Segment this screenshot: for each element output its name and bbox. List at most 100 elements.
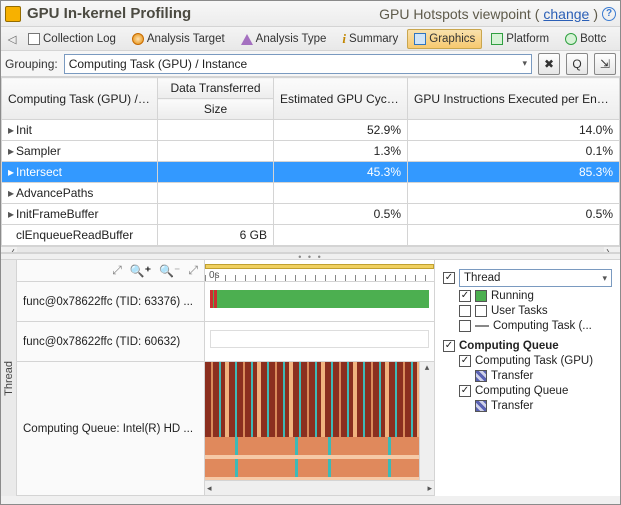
expand-caret-icon[interactable]: ▸ [8,186,16,200]
row-label-text: Computing Queue: Intel(R) HD ... [23,423,193,435]
cell-label: Sampler [16,144,61,158]
zoom-in-icon[interactable]: 🔍⁺ [130,264,151,278]
tab-analysis-type[interactable]: Analysis Type [234,29,334,49]
tab-label: Platform [506,33,549,45]
expand-caret-icon[interactable]: ▸ [8,165,16,179]
scroll-right-icon[interactable]: 〉 [604,246,620,253]
expand-caret-icon[interactable]: ▸ [8,144,16,158]
zoom-out-icon[interactable]: 🔍⁻ [159,264,180,278]
table-row[interactable]: clEnqueueReadBuffer 6 GB [2,225,620,246]
grouping-select[interactable]: Computing Task (GPU) / Instance ▾ [64,54,532,74]
graphics-icon [414,33,426,45]
tab-graphics[interactable]: Graphics [407,29,482,49]
timeline-row-canvas-gpu[interactable]: ▴▾ ◂▸ [205,362,434,496]
table-row[interactable]: ▸Sampler 1.3% 0.1% [2,141,620,162]
col-header-task[interactable]: Computing Task (GPU) / Instance [2,78,158,120]
zoom-reset-icon[interactable]: ⤢ [188,263,198,278]
cell-label: Intersect [16,165,62,179]
cell-size [158,141,274,162]
legend-filter-value: Thread [464,272,500,284]
tab-analysis-target[interactable]: Analysis Target [125,29,232,49]
tab-label: Graphics [429,33,475,45]
legend-item-label: Computing Queue [475,385,568,397]
running-bar [210,290,430,308]
table-row[interactable]: ▸AdvancePaths [2,183,620,204]
type-icon [241,32,253,45]
legend-checkbox[interactable] [459,320,471,332]
timeline-row-label[interactable]: Computing Queue: Intel(R) HD ... [17,362,204,496]
table-row-selected[interactable]: ▸Intersect 45.3% 85.3% [2,162,620,183]
grouping-bar: Grouping: Computing Task (GPU) / Instanc… [1,51,620,77]
cell-cycles: 1.3% [274,141,408,162]
tab-collection-log[interactable]: Collection Log [21,29,123,49]
tab-summary[interactable]: iSummary [335,29,405,49]
cell-instr: 0.1% [408,141,620,162]
customize-layout-button[interactable]: ✖ [538,53,560,75]
legend-item-label: Computing Task (GPU) [475,355,593,367]
table-row[interactable]: ▸InitFrameBuffer 0.5% 0.5% [2,204,620,225]
timeline-h-scrollbar[interactable]: ◂▸ [205,480,434,495]
search-button[interactable]: Q [566,53,588,75]
page-title: GPU In-kernel Profiling [27,5,191,22]
timeline-row-canvas[interactable] [205,322,434,362]
target-icon [132,33,144,45]
callstack-view-button[interactable]: ⇲ [594,53,616,75]
tab-platform[interactable]: Platform [484,29,556,49]
legend-swatch-icon [475,305,487,317]
scroll-left-icon[interactable]: 〈 [1,246,17,253]
timeline-row-label[interactable]: func@0x78622ffc (TID: 60632) [17,322,204,362]
cell-size [158,204,274,225]
legend-checkbox[interactable] [443,340,455,352]
cell-cycles [274,183,408,204]
chevron-down-icon: ▾ [602,273,607,284]
change-viewpoint-link[interactable]: change [543,6,589,22]
expand-caret-icon [8,228,16,242]
selection-range[interactable] [205,264,434,269]
col-header-instructions[interactable]: GPU Instructions Executed per Enqueue [408,78,620,120]
legend-checkbox[interactable] [459,290,471,302]
cell-label: Init [16,123,32,137]
timeline-row-canvas[interactable] [205,282,434,322]
col-header-cycles[interactable]: Estimated GPU Cycles [274,78,408,120]
timeline-row-labels: ⤢ 🔍⁺ 🔍⁻ ⤢ func@0x78622ffc (TID: 63376) .… [17,260,205,496]
time-ruler[interactable]: 0s [205,260,434,282]
cell-size [158,162,274,183]
tab-label: Collection Log [43,33,116,45]
tree-icon: ⇲ [600,57,610,71]
cell-cycles: 52.9% [274,120,408,141]
table-h-scrollbar[interactable]: 〈 〉 [1,246,620,253]
tab-label: Summary [349,33,398,45]
viewpoint-suffix: ) [593,6,598,22]
legend-checkbox[interactable] [459,305,471,317]
running-bar-empty [210,330,430,348]
tabs-scroll-left[interactable]: ◁ [5,32,19,46]
legend-item-label: Computing Task (... [493,320,592,332]
row-label-text: func@0x78622ffc (TID: 63376) ... [23,296,193,308]
tab-strip: ◁ Collection Log Analysis Target Analysi… [1,27,620,51]
tab-bottc[interactable]: Bottc [558,29,613,49]
timeline-row-label[interactable]: func@0x78622ffc (TID: 63376) ... [17,282,204,322]
help-icon[interactable]: ? [602,7,616,21]
legend-checkbox[interactable] [443,272,455,284]
legend-checkbox[interactable] [459,355,471,367]
legend-item-sublabel: Transfer [491,400,533,412]
legend-filter-select[interactable]: Thread ▾ [459,269,612,287]
tools-icon: ✖ [544,57,554,71]
legend-swatch-icon [475,370,487,382]
expand-caret-icon[interactable]: ▸ [8,123,16,137]
expand-caret-icon[interactable]: ▸ [8,207,16,221]
timeline-panel: Thread ⤢ 🔍⁺ 🔍⁻ ⤢ func@0x78622ffc (TID: 6… [1,260,620,496]
cell-instr [408,183,620,204]
log-icon [28,33,40,45]
app-icon [5,6,21,22]
zoom-out-all-icon[interactable]: ⤢ [112,263,122,278]
legend-item-sublabel: Transfer [491,370,533,382]
splitter-handle[interactable]: • • • [1,253,620,260]
col-header-size[interactable]: Size [158,99,274,120]
table-row[interactable]: ▸Init 52.9% 14.0% [2,120,620,141]
timeline-v-scrollbar[interactable]: ▴▾ [419,362,434,495]
timeline-canvas[interactable]: 0s ▴▾ ◂▸ [205,260,434,496]
col-header-data-transferred[interactable]: Data Transferred [158,78,274,99]
legend-checkbox[interactable] [459,385,471,397]
cell-instr: 85.3% [408,162,620,183]
